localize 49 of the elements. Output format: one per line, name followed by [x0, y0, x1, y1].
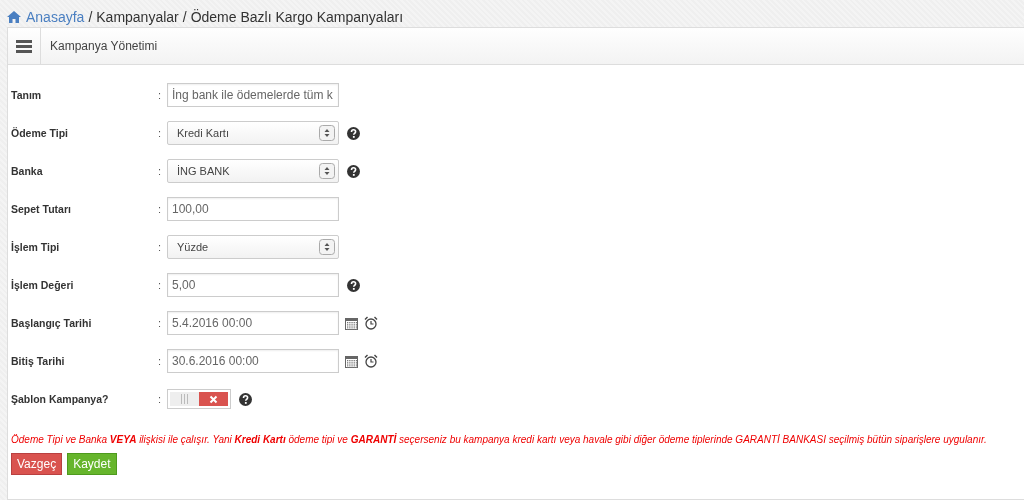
input-field[interactable]: İng bank ile ödemelerde tüm k [167, 83, 339, 107]
panel-title: Kampanya Yönetimi [50, 39, 158, 53]
info-note: Ödeme Tipi ve Banka VEYA ilişkisi ile çalışır. Yani Kredi Kartı ödeme tipi ve GARANTİ seçerseniz bu kampanya kredi kartı veya havale gibi diğer ödeme tiplerinde GARANTİ BANKASI seçilmiş bütün siparişlere uygulanır. [11, 434, 988, 445]
alarm-clock-icon[interactable] [364, 354, 378, 368]
breadcrumb-separator: / [182, 8, 187, 25]
colon-text: : [158, 89, 163, 101]
help-icon[interactable] [347, 278, 360, 292]
field-label: Şablon Kampanya? [11, 393, 110, 405]
close-icon [209, 394, 218, 404]
help-icon[interactable] [347, 164, 360, 178]
toggle-switch[interactable] [167, 389, 231, 409]
colon-text: : [158, 203, 163, 215]
field-label: Ödeme Tipi [11, 127, 69, 139]
select-dropdown[interactable]: Yüzde [167, 235, 339, 259]
date-field[interactable]: 5.4.2016 00:00 [167, 311, 339, 335]
cancel-button[interactable]: Vazgeç [11, 453, 63, 475]
colon-text: : [158, 127, 163, 139]
select-arrows-icon [319, 163, 335, 179]
colon-text: : [158, 355, 163, 367]
select-dropdown[interactable]: İNG BANK [167, 159, 339, 183]
date-field[interactable]: 30.6.2016 00:00 [167, 349, 339, 373]
calendar-icon[interactable] [345, 354, 358, 368]
help-icon[interactable] [239, 392, 252, 406]
help-icon[interactable] [347, 126, 360, 140]
menu-icon[interactable] [16, 39, 32, 53]
breadcrumb-link[interactable]: Anasayfa [7, 8, 85, 25]
select-arrows-icon [319, 125, 335, 141]
field-label: Başlangıç Tarihi [11, 317, 93, 329]
home-icon [7, 10, 21, 23]
field-label: İşlem Değeri [11, 279, 75, 291]
input-field[interactable]: 5,00 [167, 273, 339, 297]
breadcrumb-separator: / [88, 8, 93, 25]
field-label: Bitiş Tarihi [11, 355, 66, 367]
field-label: Sepet Tutarı [11, 203, 72, 215]
field-label: Tanım [11, 89, 43, 101]
select-dropdown[interactable]: Kredi Kartı [167, 121, 339, 145]
colon-text: : [158, 241, 163, 253]
colon-text: : [158, 165, 163, 177]
select-arrows-icon [319, 239, 335, 255]
alarm-clock-icon[interactable] [364, 316, 378, 330]
calendar-icon[interactable] [345, 316, 358, 330]
input-field[interactable]: 100,00 [167, 197, 339, 221]
breadcrumb-item: Kampanyalar [96, 8, 179, 25]
field-label: Banka [11, 165, 44, 177]
colon-text: : [158, 317, 163, 329]
colon-text: : [158, 279, 163, 291]
field-label: İşlem Tipi [11, 241, 61, 253]
colon-text: : [158, 393, 163, 405]
breadcrumb-item: Ödeme Bazlı Kargo Kampanyaları [190, 8, 404, 25]
